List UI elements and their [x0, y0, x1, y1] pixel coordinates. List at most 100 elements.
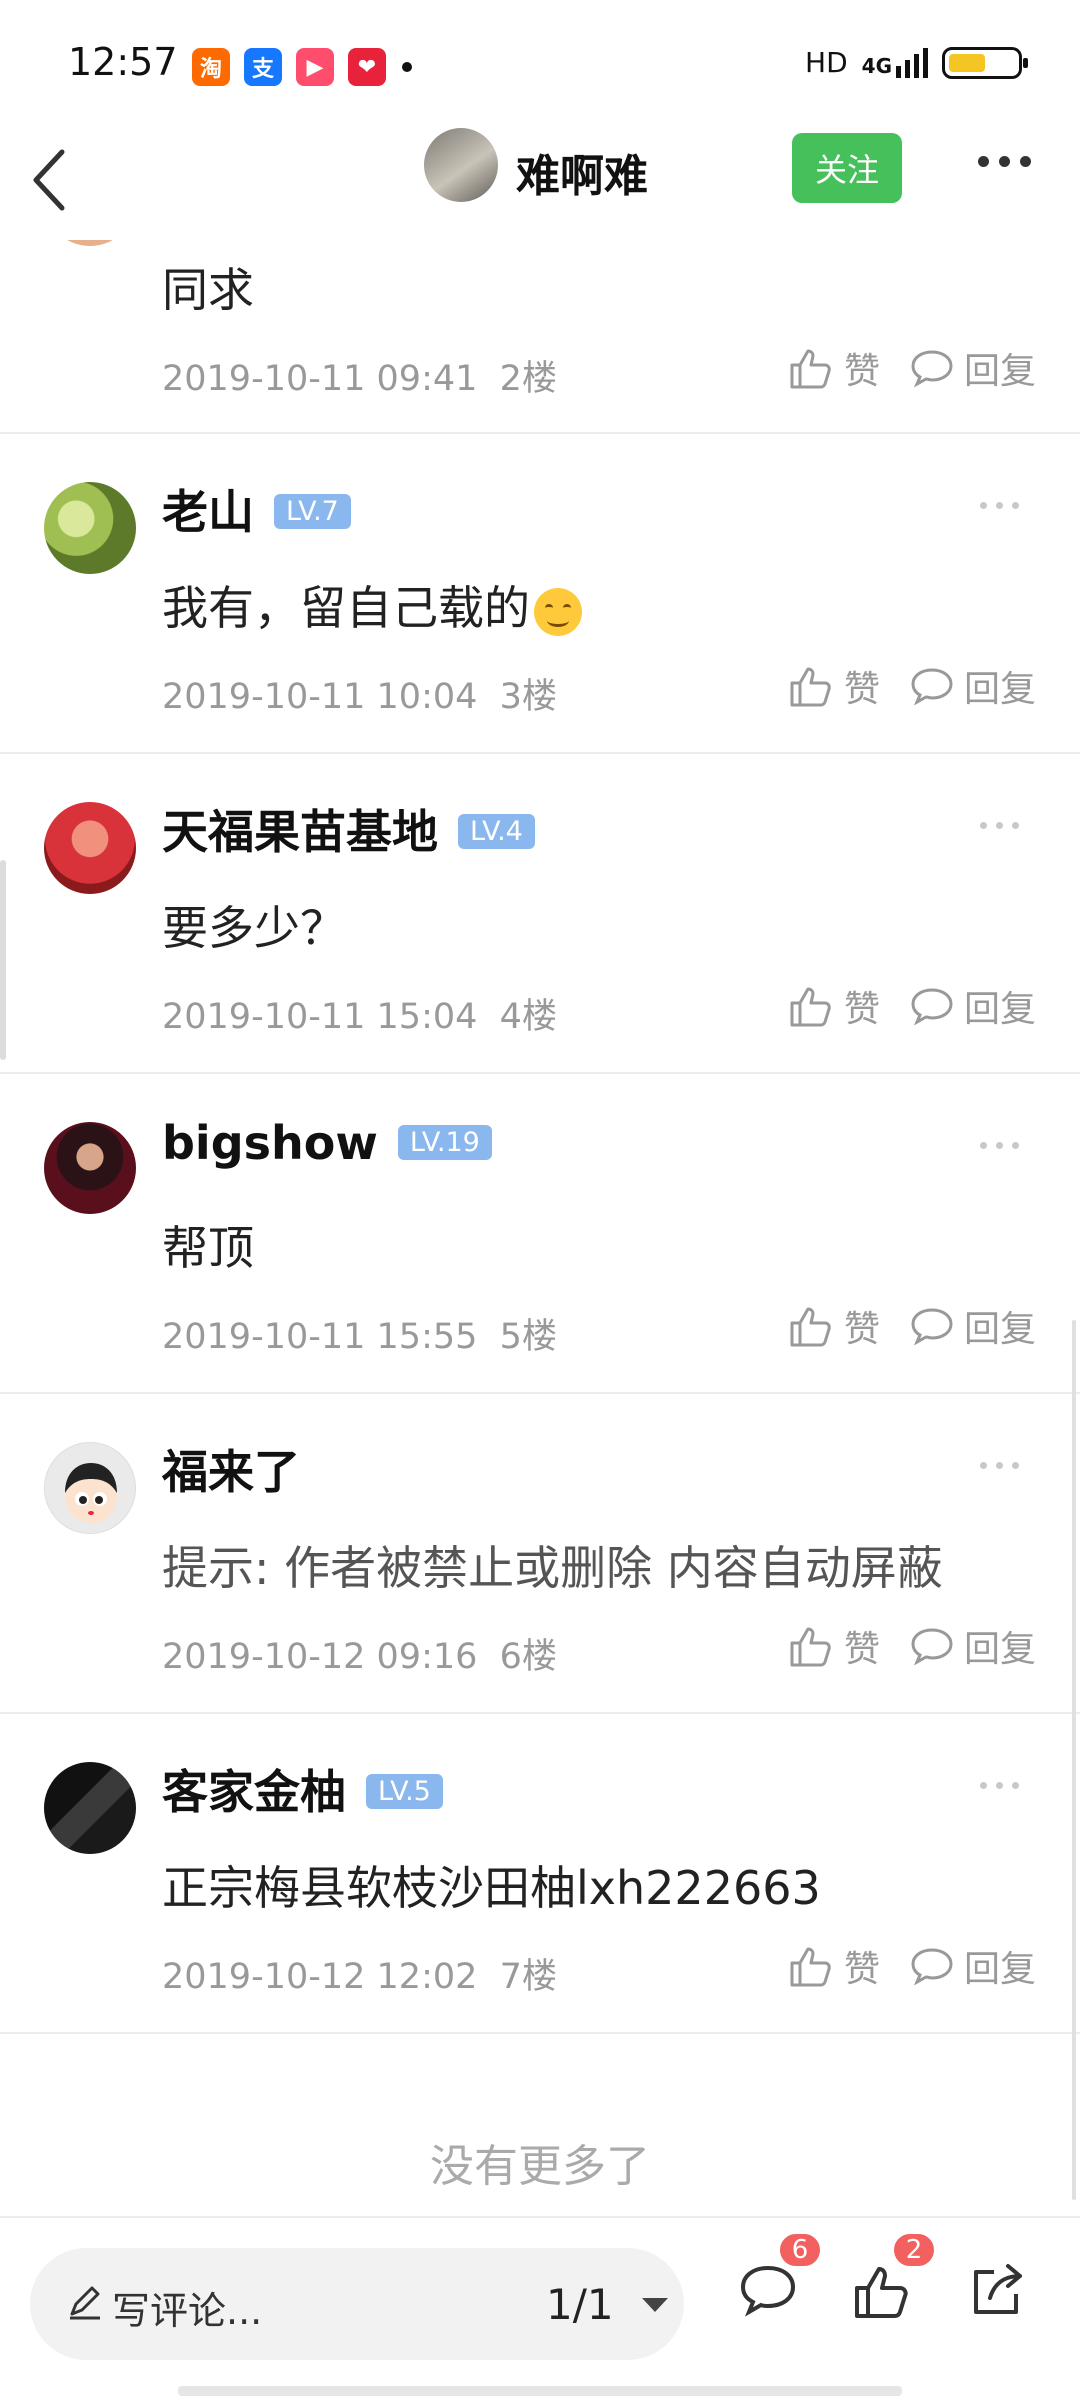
avatar[interactable] — [44, 482, 136, 574]
comment-content: 正宗梅县软枝沙田柚lxh222663 — [162, 1861, 821, 1915]
thumbs-up-icon — [790, 1947, 831, 1987]
like-button[interactable]: 赞 — [788, 1620, 880, 1672]
thumbs-up-icon — [790, 1627, 831, 1667]
avatar[interactable] — [44, 1442, 136, 1534]
more-options-icon[interactable] — [980, 502, 1019, 509]
comment-actions: 赞 回复 — [788, 1620, 1036, 1672]
like-button[interactable]: 赞 — [788, 660, 880, 712]
level-badge: LV.4 — [458, 814, 535, 849]
scrollbar[interactable] — [1072, 1320, 1076, 2200]
comment-meta: 2019-10-12 12:02 7楼 — [162, 1957, 557, 1997]
more-options-icon[interactable] — [980, 822, 1019, 829]
alipay-icon: 支 — [244, 48, 282, 86]
speech-bubble-icon — [911, 988, 953, 1026]
thumbs-up-icon — [790, 987, 831, 1027]
status-bar: 12:57 淘 支 ▶ ❤ HD 4G — [0, 0, 1080, 130]
avatar[interactable] — [44, 802, 136, 894]
hd-label: HD — [805, 46, 848, 79]
comment-actions: 赞 回复 — [788, 1300, 1036, 1352]
author-name[interactable]: 难啊难 — [516, 140, 648, 204]
speech-bubble-icon — [911, 1948, 953, 1986]
network-icon: 4G — [861, 47, 928, 78]
like-count-badge: 2 — [892, 2232, 936, 2268]
thumbs-up-icon — [790, 349, 831, 389]
speech-bubble-icon — [911, 350, 953, 388]
reply-button[interactable]: 回复 — [910, 1300, 1036, 1352]
comment-item: bigshow LV.19 帮顶 2019-10-11 15:55 5楼 赞 回复 — [0, 1072, 1080, 1394]
battery-level — [949, 53, 985, 72]
thumbs-up-icon — [855, 2267, 908, 2318]
level-badge: LV.5 — [366, 1774, 443, 1809]
heart-app-icon: ❤ — [348, 48, 386, 86]
more-options-icon[interactable] — [980, 1782, 1019, 1789]
commenter-name[interactable]: 福来了 — [162, 1436, 300, 1502]
more-options-icon[interactable] — [980, 1462, 1019, 1469]
video-icon: ▶ — [296, 48, 334, 86]
reply-button[interactable]: 回复 — [910, 660, 1036, 712]
page-indicator[interactable]: 1/1 — [546, 2280, 614, 2329]
comment-actions: 赞 回复 — [788, 342, 1036, 394]
comment-item: 天福果苗基地 LV.4 要多少？ 2019-10-11 15:04 4楼 赞 回复 — [0, 752, 1080, 1074]
level-badge: LV.19 — [397, 1125, 492, 1160]
reply-button[interactable]: 回复 — [910, 1620, 1036, 1672]
share-button[interactable] — [968, 2262, 1026, 2322]
reply-button[interactable]: 回复 — [910, 980, 1036, 1032]
comment-meta: 2019-10-11 15:55 5楼 — [162, 1317, 557, 1357]
comment-actions: 赞 回复 — [788, 980, 1036, 1032]
home-indicator — [178, 2386, 902, 2396]
battery-icon — [942, 46, 1028, 79]
avatar[interactable] — [44, 240, 136, 246]
follow-button[interactable]: 关注 — [792, 133, 902, 203]
status-right: HD 4G — [805, 46, 1028, 79]
reply-button[interactable]: 回复 — [910, 342, 1036, 394]
scrollbar-left — [0, 860, 6, 1060]
commenter-name[interactable]: bigshow LV.19 — [162, 1116, 492, 1170]
like-button[interactable]: 赞 — [788, 1300, 880, 1352]
cartoon-avatar-icon — [65, 1463, 117, 1523]
author-avatar[interactable] — [424, 128, 498, 202]
comment-placeholder: 写评论... — [112, 2289, 263, 2333]
comment-meta: 2019-10-11 09:41 2楼 — [162, 359, 557, 399]
smile-emoji-icon — [534, 587, 582, 636]
level-badge: LV.7 — [274, 494, 351, 529]
comment-item: 客家金柚 LV.5 正宗梅县软枝沙田柚lxh222663 2019-10-12 1… — [0, 1712, 1080, 2034]
comment-actions: 赞 回复 — [788, 1940, 1036, 1992]
comment-list[interactable]: 同求 2019-10-11 09:41 2楼 赞 回复 老山 LV.7 我有，留自… — [0, 240, 1080, 2234]
more-options-icon[interactable] — [980, 1142, 1019, 1149]
comment-meta: 2019-10-12 09:16 6楼 — [162, 1637, 557, 1677]
comment-input[interactable]: 写评论... 1/1 — [30, 2248, 684, 2360]
comment-content: 同求 — [162, 263, 254, 317]
more-notifications-dot — [402, 62, 412, 72]
comment-meta: 2019-10-11 10:04 3楼 — [162, 677, 557, 717]
commenter-name[interactable]: 老山 LV.7 — [162, 476, 351, 542]
like-button[interactable]: 赞 — [788, 342, 880, 394]
bottom-bar: 写评论... 1/1 6 2 — [0, 2216, 1080, 2402]
comment-content: 提示: 作者被禁止或删除 内容自动屏蔽 — [162, 1541, 943, 1595]
pencil-icon — [70, 2286, 100, 2320]
more-options-icon[interactable] — [978, 156, 1031, 167]
dropdown-caret-icon[interactable] — [642, 2298, 668, 2312]
comment-content: 要多少？ — [162, 901, 346, 955]
like-post-button[interactable]: 2 — [852, 2232, 936, 2324]
commenter-name[interactable]: 天福果苗基地 LV.4 — [162, 796, 535, 862]
like-button[interactable]: 赞 — [788, 1940, 880, 1992]
comment-item: 福来了 提示: 作者被禁止或删除 内容自动屏蔽 2019-10-12 09:16… — [0, 1392, 1080, 1714]
taobao-icon: 淘 — [192, 48, 230, 86]
comment-actions: 赞 回复 — [788, 660, 1036, 712]
like-button[interactable]: 赞 — [788, 980, 880, 1032]
thumbs-up-icon — [790, 1307, 831, 1347]
avatar[interactable] — [44, 1762, 136, 1854]
thumbs-up-icon — [790, 667, 831, 707]
avatar[interactable] — [44, 1122, 136, 1214]
reply-button[interactable]: 回复 — [910, 1940, 1036, 1992]
share-icon — [974, 2264, 1022, 2314]
speech-bubble-icon — [911, 1628, 953, 1666]
comment-content: 帮顶 — [162, 1221, 254, 1275]
back-arrow-icon[interactable] — [22, 140, 82, 220]
comment-item: 同求 2019-10-11 09:41 2楼 赞 回复 — [0, 240, 1080, 434]
comments-button[interactable]: 6 — [738, 2232, 822, 2322]
speech-bubble-icon — [911, 668, 953, 706]
comment-meta: 2019-10-11 15:04 4楼 — [162, 997, 557, 1037]
commenter-name[interactable]: 客家金柚 LV.5 — [162, 1756, 443, 1822]
network-type: 4G — [861, 53, 892, 78]
